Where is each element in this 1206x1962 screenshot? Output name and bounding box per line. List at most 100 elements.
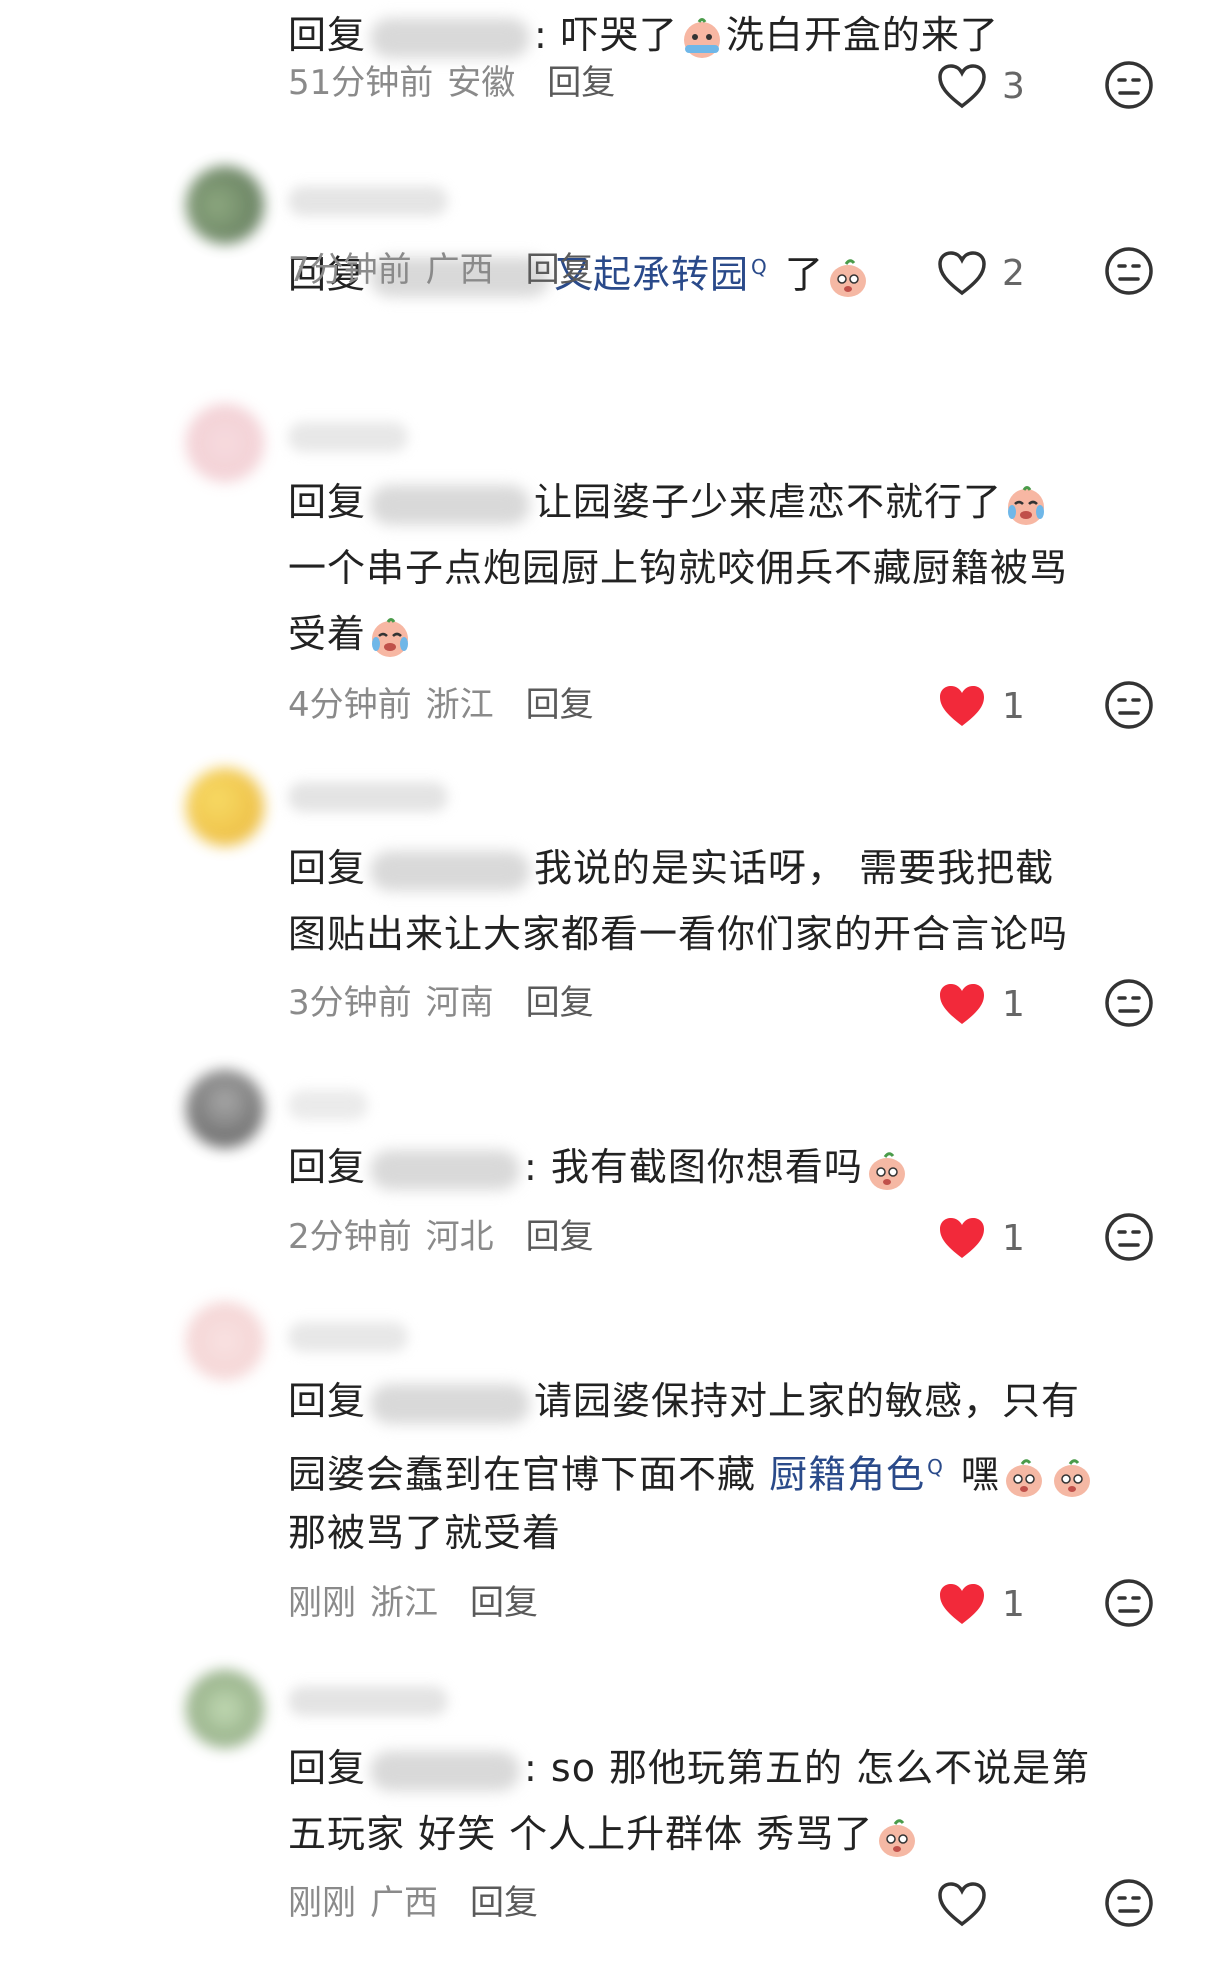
reply-button[interactable]: 回复 [470,1583,538,1623]
meh-face-icon [1105,1213,1153,1261]
comment-text: 图贴出来让大家都看一看你们家的开合言论吗 [288,901,1168,967]
meh-face-icon [1105,979,1153,1027]
blurred-username[interactable] [288,186,448,216]
heart-outline-icon [938,1882,986,1927]
like-button[interactable]: 2 [936,245,1042,301]
avatar[interactable] [186,1670,264,1748]
like-button[interactable]: 1 [936,976,1042,1032]
comment-location: 河北 [425,1217,494,1257]
meh-face-icon [1105,681,1153,729]
reply-button[interactable]: 回复 [547,63,615,103]
dislike-button[interactable] [1104,978,1154,1028]
reply-button[interactable]: 回复 [526,983,594,1023]
avatar[interactable] [186,768,264,846]
reply-button[interactable]: 回复 [526,685,594,725]
like-button[interactable]: 3 [936,58,1042,114]
comment-location: 安徽 [447,63,516,103]
like-count: 2 [1002,252,1025,294]
reply-button[interactable]: 回复 [470,1883,538,1923]
comment-text-segment: 图贴出来让大家都看一看你们家的开合言论吗 [288,912,1069,956]
comment-text: 园婆会蠢到在官博下面不藏 厨籍角色 Q 嘿 [288,1434,1168,1500]
blurred-username[interactable] [288,1322,408,1352]
avatar[interactable] [186,166,264,244]
like-count: 1 [1002,1583,1025,1625]
crying-emoji-icon [683,17,720,58]
dislike-button[interactable] [1104,246,1154,296]
heart-filled-icon [940,1584,984,1624]
reply-prefix: 回复 [288,13,367,57]
heart-filled-icon [940,1218,984,1258]
comment-text-segment: 受着 [288,612,367,656]
comment-location: 广西 [425,250,494,290]
comment-text[interactable]: 回复 : 我有截图你想看吗 [288,1134,1168,1200]
comment-text-segment: 请园婆保持对上家的敏感，只有 [534,1379,1081,1423]
like-button[interactable] [936,1876,1042,1932]
blurred-username [370,1149,521,1190]
blurred-username[interactable] [288,782,448,812]
avatar[interactable] [186,404,264,482]
reply-prefix: 回复 [288,1379,367,1423]
meh-face-icon [1105,61,1153,109]
peach-emoji-icon [879,1818,916,1857]
avatar[interactable] [186,1302,264,1380]
reply-button[interactable]: 回复 [526,1217,594,1257]
reply-prefix: 回复 [288,1145,367,1189]
avatar[interactable] [186,1070,264,1148]
crying-emoji-icon [1008,485,1045,525]
heart-outline-icon [938,251,986,296]
blurred-username[interactable] [288,1686,448,1716]
heart-filled-icon [940,686,984,726]
comment-time: 刚刚 [288,1583,356,1623]
meh-face-icon [1105,1879,1153,1927]
comment-text-segment: 了 [771,252,824,297]
dislike-button[interactable] [1104,1578,1154,1628]
dislike-button[interactable] [1104,60,1154,110]
comment-meta: 3分钟前 河南 回复 [288,978,594,1028]
comment-time: 4分钟前 [288,685,412,725]
blurred-username[interactable] [288,1090,368,1120]
comment-text-segment: : 我有截图你想看吗 [524,1145,863,1189]
comment-text-segment: 洗白开盒的来了 [725,13,999,57]
like-count: 1 [1002,1217,1025,1259]
dislike-button[interactable] [1104,1212,1154,1262]
comment-text: 五玩家 好笑 个人上升群体 秀骂了 [288,1801,1168,1867]
comment-time: 51分钟前 [288,63,434,103]
comment-meta: 51分钟前 安徽 回复 [288,58,615,108]
comment-text-segment: 嘿 [947,1452,1000,1497]
like-button[interactable]: 1 [936,678,1042,734]
comment-time: 2分钟前 [288,1217,412,1257]
blurred-username[interactable] [288,422,408,452]
dislike-button[interactable] [1104,680,1154,730]
comment-text-segment: 让园婆子少来虐恋不就行了 [534,480,1003,524]
peach-emoji-icon [1053,1459,1090,1498]
like-count: 1 [1002,685,1025,727]
comment-text[interactable]: 回复 请园婆保持对上家的敏感，只有 [288,1368,1168,1434]
reply-prefix: 回复 [288,846,367,890]
comment-text-segment: 五玩家 好笑 个人上升群体 秀骂了 [288,1812,874,1856]
meh-face-icon [1105,1579,1153,1627]
reply-button[interactable]: 回复 [526,250,594,290]
reply-prefix: 回复 [288,1746,367,1790]
search-link[interactable]: 厨籍角色 [769,1453,925,1497]
comment-text[interactable]: 回复 : so 那他玩第五的 怎么不说是第 [288,1735,1168,1801]
comment-location: 广西 [370,1883,438,1923]
meh-face-icon [1105,247,1153,295]
comment-text: 那被骂了就受着 [288,1500,1168,1566]
blurred-username [370,484,531,525]
peach-emoji-icon [829,259,866,298]
comment-location: 浙江 [425,685,494,725]
dislike-button[interactable] [1104,1878,1154,1928]
comment-time: 3分钟前 [288,983,412,1023]
like-button[interactable]: 1 [936,1210,1042,1266]
comment-text-segment: : so 那他玩第五的 怎么不说是第 [524,1746,1091,1790]
comment-text-segment: 一个串子点炮园厨上钩就咬佣兵不藏厨籍被骂 [288,546,1069,590]
blurred-username [370,1383,531,1424]
comment-meta: 7分钟前 广西 回复 [288,245,594,295]
comment-text-segment: : 吓哭了 [534,13,678,57]
comment-text-segment: 我说的是实话呀， 需要我把截 [534,846,1055,890]
comment-text[interactable]: 回复 我说的是实话呀， 需要我把截 [288,835,1168,901]
comment-meta: 刚刚 浙江 回复 [288,1578,538,1628]
like-button[interactable]: 1 [936,1576,1042,1632]
comment-text[interactable]: 回复 让园婆子少来虐恋不就行了 [288,469,1168,535]
comment-meta: 4分钟前 浙江 回复 [288,680,594,730]
